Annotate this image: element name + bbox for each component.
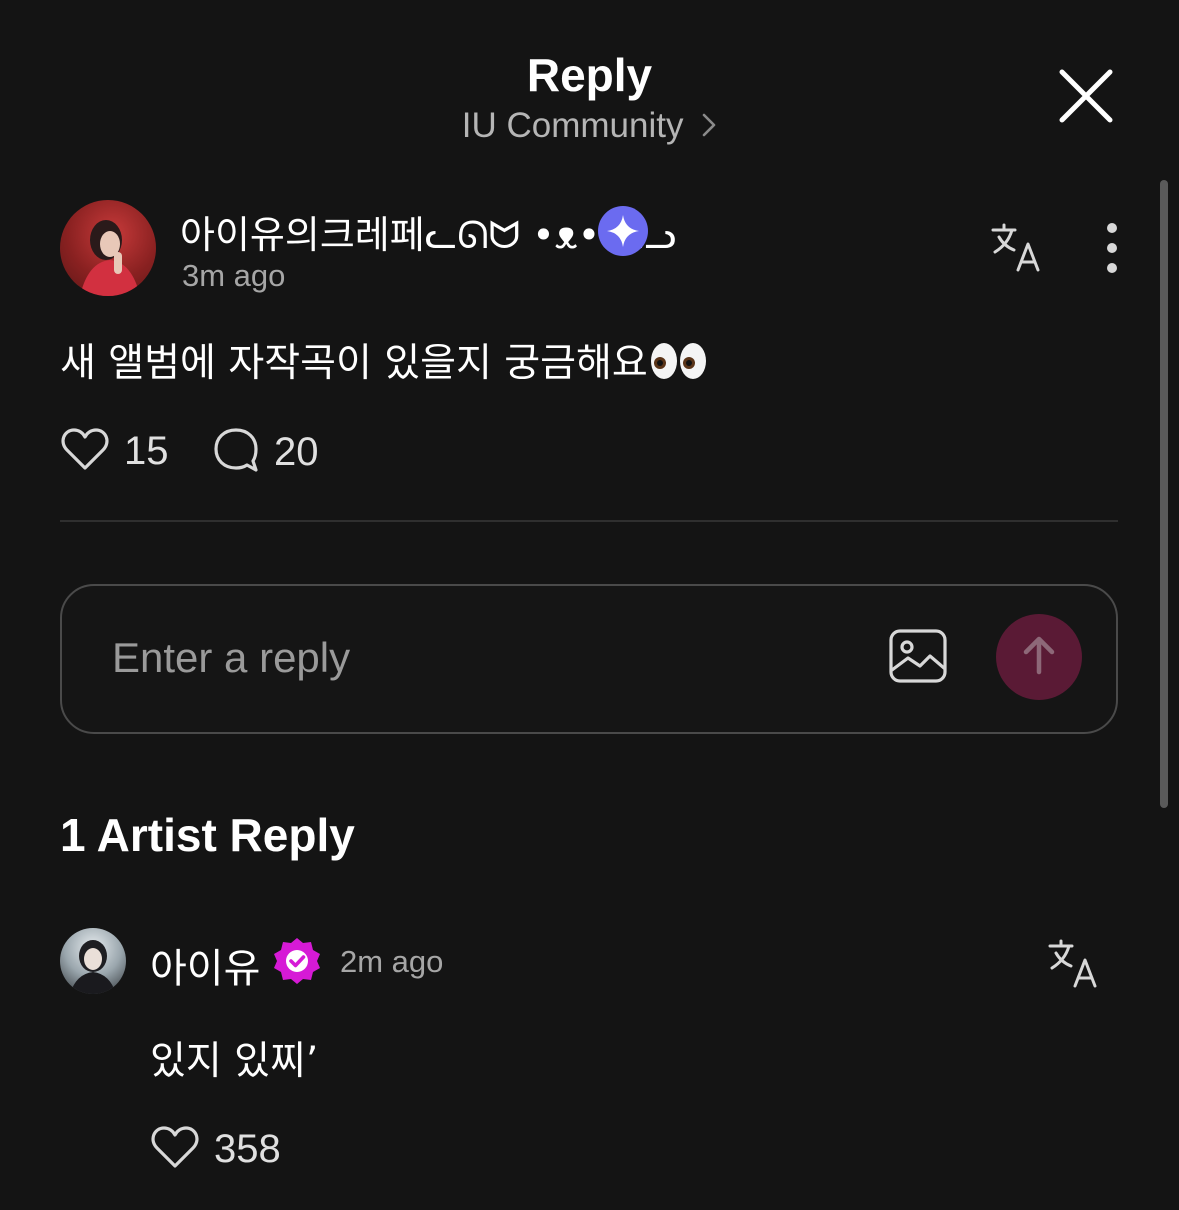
send-button[interactable] <box>996 614 1082 700</box>
comment-icon <box>212 426 260 479</box>
like-count: 15 <box>124 429 169 473</box>
comment-count: 20 <box>274 430 319 474</box>
verified-icon <box>272 936 322 986</box>
translate-icon[interactable] <box>990 222 1042 274</box>
divider <box>60 520 1118 522</box>
reply-screen: Reply IU Community 아이유의크레페ᓚᘏᗢ •ᴥ• ᘏᓗ 3m … <box>0 0 1179 1210</box>
post-timestamp: 3m ago <box>182 258 286 293</box>
post-text: 새 앨범에 자작곡이 있을지 궁금해요 <box>60 341 648 386</box>
reply-composer <box>60 584 1118 734</box>
sparkle-icon <box>598 206 648 256</box>
page-title: Reply <box>526 49 653 101</box>
reply-input[interactable] <box>112 628 812 688</box>
eyes-emoji <box>650 341 708 391</box>
translate-icon[interactable] <box>1047 938 1099 990</box>
scrollbar[interactable] <box>1160 180 1168 808</box>
post-comment-button[interactable]: 20 <box>212 426 319 479</box>
artist-name[interactable]: 아이유 <box>150 936 260 994</box>
more-vertical-icon[interactable] <box>1098 222 1126 274</box>
post-like-button[interactable]: 15 <box>60 426 169 477</box>
artist-avatar[interactable] <box>60 928 126 994</box>
artist-reply-timestamp: 2m ago <box>340 944 444 979</box>
like-count: 358 <box>214 1127 281 1171</box>
community-name: IU Community <box>461 106 684 145</box>
arrow-up-icon <box>1021 635 1057 680</box>
close-icon[interactable] <box>1054 64 1118 128</box>
avatar[interactable] <box>60 200 156 296</box>
artist-reply-heading: 1 Artist Reply <box>60 809 355 861</box>
heart-icon <box>150 1124 200 1175</box>
heart-icon <box>60 426 110 477</box>
image-icon[interactable] <box>888 628 948 684</box>
artist-reply-text: 있지 있찌’ <box>150 1039 319 1084</box>
post-content: 새 앨범에 자작곡이 있을지 궁금해요 <box>60 332 708 391</box>
community-link[interactable]: IU Community <box>0 106 1179 148</box>
chevron-right-icon <box>701 108 717 148</box>
artist-like-button[interactable]: 358 <box>150 1124 281 1175</box>
